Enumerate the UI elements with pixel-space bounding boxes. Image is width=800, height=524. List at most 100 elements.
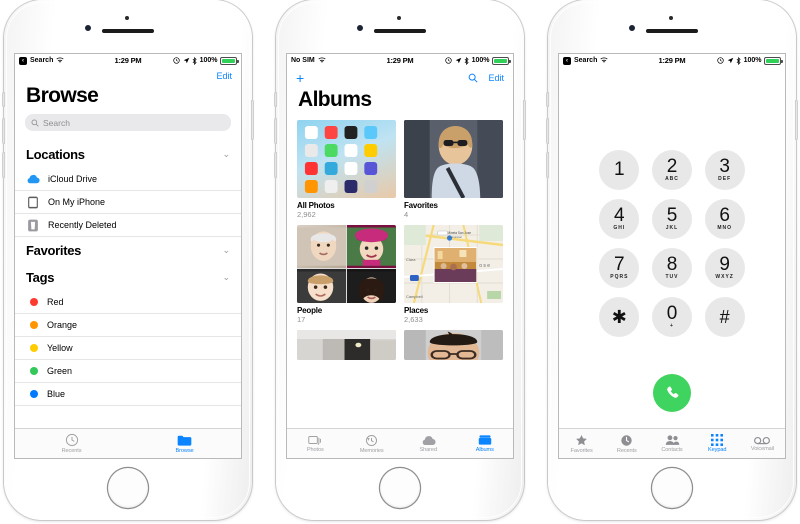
album-count: 2,633 (404, 315, 423, 324)
volume-up-button[interactable] (2, 118, 5, 144)
tab-keypad[interactable]: Keypad (695, 434, 740, 453)
key-9[interactable]: 9 WXYZ (704, 248, 745, 288)
volume-down-button[interactable] (274, 152, 277, 178)
add-album-button[interactable]: + (296, 71, 304, 85)
list-item-tag-orange[interactable]: Orange (15, 314, 241, 337)
album-thumbnail (404, 330, 503, 360)
key-4[interactable]: 4 GHI (599, 199, 640, 239)
section-header-locations[interactable]: Locations ⌄ (15, 141, 241, 168)
list-item-icloud-drive[interactable]: iCloud Drive (15, 168, 241, 191)
album-partial-portrait[interactable] (404, 330, 503, 360)
edit-button[interactable]: Edit (216, 71, 232, 81)
power-button[interactable] (251, 100, 254, 140)
home-button[interactable] (380, 468, 420, 508)
ring-switch[interactable] (2, 92, 5, 107)
chevron-down-icon[interactable]: ⌄ (222, 149, 230, 160)
list-item-tag-yellow[interactable]: Yellow (15, 337, 241, 360)
wifi-icon (56, 57, 64, 63)
tab-label: Shared (419, 446, 438, 453)
tab-photos[interactable]: Photos (287, 434, 344, 453)
edit-button[interactable]: Edit (488, 73, 504, 83)
section-header-favorites[interactable]: Favorites ⌄ (15, 237, 241, 264)
tab-browse[interactable]: Browse (128, 434, 241, 454)
photos-navbar: + Edit (287, 67, 513, 85)
chevron-down-icon[interactable]: ⌄ (222, 272, 230, 283)
call-button[interactable] (653, 374, 691, 412)
svg-text:Campbell: Campbell (406, 294, 423, 299)
tag-color-dot (29, 387, 39, 401)
key-number: 9 (719, 254, 730, 275)
tab-memories[interactable]: Memories (344, 434, 401, 454)
album-favorites[interactable]: Favorites 4 (404, 120, 503, 219)
tab-favorites[interactable]: Favorites (559, 434, 604, 454)
wifi-icon (600, 57, 608, 63)
phone-top-hardware (276, 16, 524, 45)
screen-files: ‹ Search 1:29 PM 100% Edit Browse Search… (15, 54, 241, 458)
earpiece-speaker (646, 29, 698, 33)
album-thumbnail (297, 330, 396, 360)
back-chevron-icon[interactable]: ‹ (19, 56, 27, 65)
screen-keypad: ‹ Search 1:29 PM 100% 1 2 ABC 3 DEF 4 GH… (559, 54, 785, 458)
album-partial-room[interactable] (297, 330, 396, 360)
volume-up-button[interactable] (546, 118, 549, 144)
tab-recents[interactable]: Recents (604, 434, 649, 454)
tab-label: Browse (175, 447, 194, 454)
search-input[interactable]: Search (25, 114, 231, 131)
tag-color-dot (29, 318, 39, 332)
key-1[interactable]: 1 (599, 150, 640, 190)
key-pound[interactable]: # (704, 297, 745, 337)
key-5[interactable]: 5 JKL (651, 199, 692, 239)
tab-label: Albums (475, 447, 494, 453)
key-asterisk[interactable]: ✱ (599, 297, 640, 337)
key-number: 4 (614, 205, 625, 226)
section-header-tags[interactable]: Tags ⌄ (15, 264, 241, 291)
ring-switch[interactable] (546, 92, 549, 107)
key-2[interactable]: 2 ABC (651, 150, 692, 190)
list-item-on-my-iphone[interactable]: On My iPhone (15, 191, 241, 214)
key-0[interactable]: 0 + (651, 297, 692, 337)
list-item-tag-green[interactable]: Green (15, 360, 241, 383)
photos-icon (308, 436, 322, 445)
tab-voicemail[interactable]: Voicemail (740, 436, 785, 452)
volume-down-button[interactable] (546, 152, 549, 178)
search-icon[interactable] (468, 73, 479, 83)
list-item-recently-deleted[interactable]: Recently Deleted (15, 214, 241, 237)
album-name: Favorites (404, 201, 438, 210)
tab-albums[interactable]: Albums (457, 434, 514, 453)
back-chevron-icon[interactable]: ‹ (563, 56, 571, 65)
ring-switch[interactable] (274, 92, 277, 107)
tab-contacts[interactable]: Contacts (649, 434, 694, 453)
section-title: Locations (26, 147, 85, 162)
search-icon (31, 119, 39, 127)
home-button[interactable] (108, 468, 148, 508)
front-camera-icon (357, 25, 363, 31)
chevron-down-icon[interactable]: ⌄ (222, 245, 230, 256)
album-name: All Photos (297, 201, 335, 210)
key-3[interactable]: 3 DEF (704, 150, 745, 190)
status-time: 1:29 PM (114, 56, 142, 65)
power-button[interactable] (795, 100, 798, 140)
tab-shared[interactable]: Shared (400, 435, 457, 453)
home-button[interactable] (652, 468, 692, 508)
key-number: 8 (666, 254, 678, 275)
key-8[interactable]: 8 TUV (651, 248, 692, 288)
key-7[interactable]: 7 PQRS (599, 248, 640, 288)
list-item-tag-blue[interactable]: Blue (15, 383, 241, 406)
key-number: # (719, 307, 730, 327)
iphone-device-keypad: ‹ Search 1:29 PM 100% 1 2 ABC 3 DEF 4 GH… (546, 0, 798, 520)
album-people[interactable]: People 17 (297, 225, 396, 324)
power-button[interactable] (523, 100, 526, 140)
list-item-label: Recently Deleted (48, 220, 117, 230)
tab-recents[interactable]: Recents (15, 433, 128, 454)
front-camera-icon (85, 25, 91, 31)
search-placeholder: Search (43, 117, 70, 128)
volume-down-button[interactable] (2, 152, 5, 178)
list-item-label: Blue (47, 389, 66, 399)
three-phones-layout: ‹ Search 1:29 PM 100% Edit Browse Search… (0, 0, 800, 524)
key-6[interactable]: 6 MNO (704, 199, 745, 239)
album-all-photos[interactable]: All Photos 2,962 (297, 120, 396, 219)
album-places[interactable]: Mineta San Jose International Clara Camp… (404, 225, 503, 324)
list-item-tag-red[interactable]: Red (15, 291, 241, 314)
status-left: No SIM (291, 57, 442, 64)
volume-up-button[interactable] (274, 118, 277, 144)
